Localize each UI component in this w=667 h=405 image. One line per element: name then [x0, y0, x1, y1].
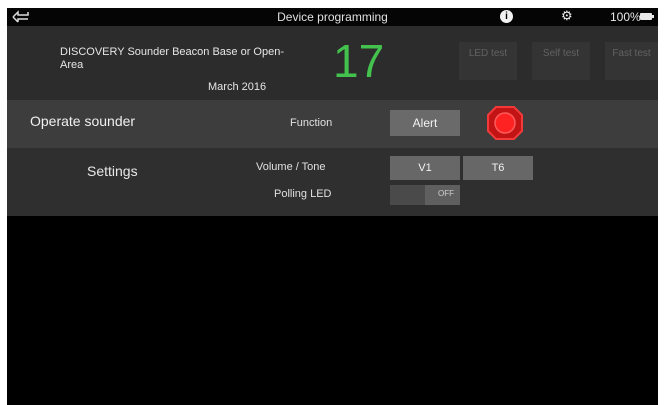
- toggle-state: OFF: [438, 189, 454, 198]
- led-test-label: LED test: [468, 48, 508, 59]
- device-date: March 2016: [208, 81, 267, 93]
- settings-label: Settings: [87, 163, 138, 179]
- operate-sounder-row: Operate sounder Function Alert: [7, 100, 658, 148]
- led-test-button[interactable]: LED test: [459, 42, 517, 80]
- sounder-activate-button[interactable]: [486, 105, 524, 141]
- tone-button[interactable]: T6: [463, 156, 533, 180]
- polling-led-label: Polling LED: [274, 188, 332, 200]
- self-test-button[interactable]: Self test: [532, 42, 590, 80]
- device-info-panel: DISCOVERY Sounder Beacon Base or Open-Ar…: [7, 26, 658, 100]
- function-label: Function: [290, 117, 333, 129]
- toggle-knob: [390, 185, 425, 205]
- gear-icon[interactable]: ⚙: [561, 8, 573, 24]
- self-test-label: Self test: [542, 48, 580, 59]
- polling-led-toggle[interactable]: OFF: [390, 185, 460, 205]
- operate-sounder-label: Operate sounder: [30, 113, 136, 129]
- info-icon[interactable]: i: [500, 10, 513, 23]
- function-alert-button[interactable]: Alert: [390, 110, 460, 136]
- fast-test-button[interactable]: Fast test: [605, 42, 658, 80]
- red-indicator-icon: [487, 106, 523, 140]
- fast-test-label: Fast test: [612, 48, 651, 59]
- screen: Device programming i ⚙ 100% DISCOVERY So…: [7, 8, 658, 405]
- device-name: DISCOVERY Sounder Beacon Base or Open-Ar…: [60, 46, 284, 71]
- volume-button[interactable]: V1: [390, 156, 460, 180]
- volume-tone-label: Volume / Tone: [256, 161, 326, 173]
- device-address: 17: [333, 35, 385, 87]
- battery-level: 100%: [610, 10, 641, 24]
- battery-icon: [640, 13, 654, 20]
- top-bar: Device programming i ⚙ 100%: [7, 8, 658, 26]
- settings-panel: Settings Volume / Tone V1 T6 Polling LED…: [7, 148, 658, 216]
